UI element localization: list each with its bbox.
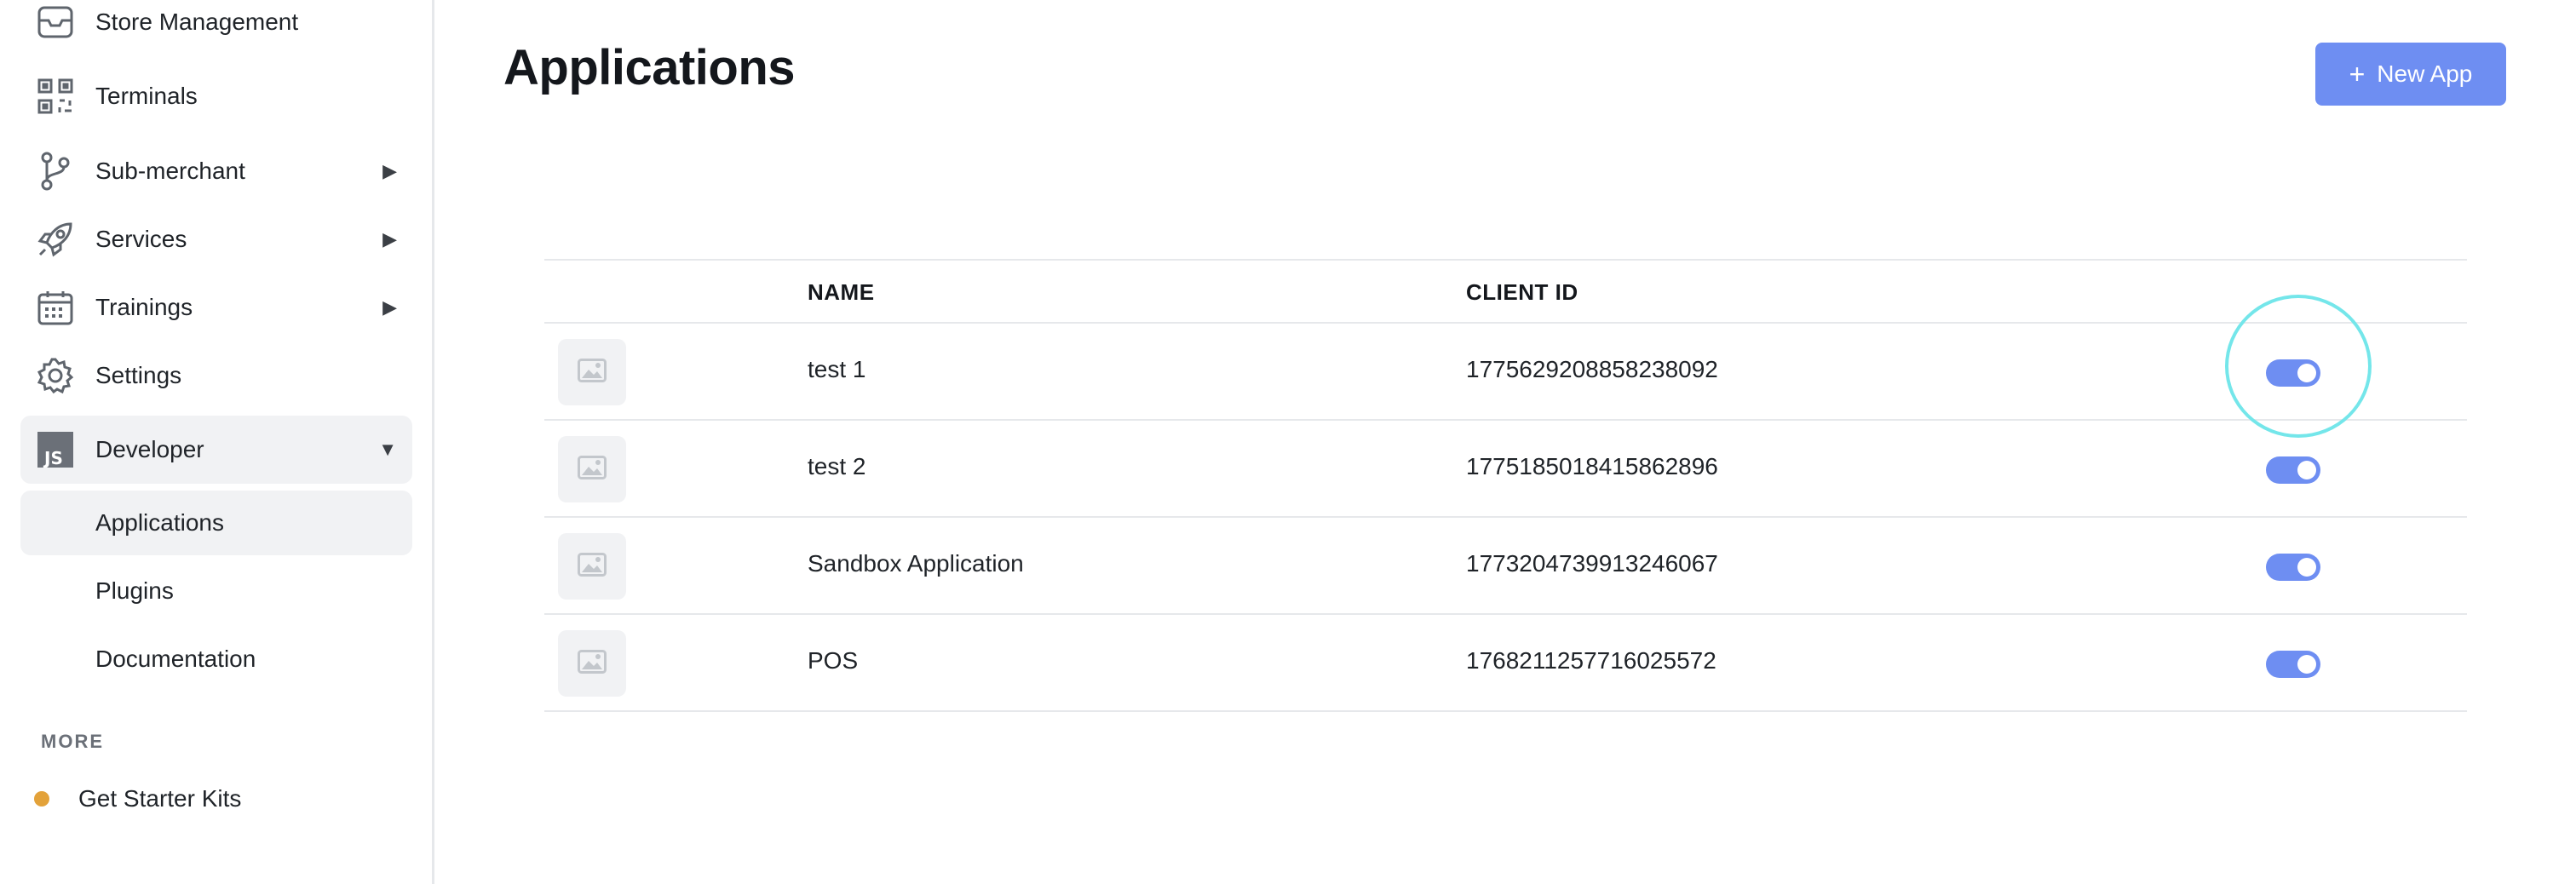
rocket-icon — [36, 220, 75, 259]
sidebar-item-settings[interactable]: Settings — [20, 342, 412, 410]
app-thumbnail — [558, 533, 626, 600]
app-thumbnail — [558, 630, 626, 697]
client-id: 1773204739913246067 — [1466, 550, 1718, 577]
sidebar: Store Management Terminals Sub-merchant … — [0, 0, 434, 884]
table-row[interactable]: POS 1768211257716025572 — [544, 615, 2467, 712]
sidebar-subitem-label: Plugins — [95, 577, 174, 604]
table-row[interactable]: test 1 1775629208858238092 — [544, 324, 2467, 421]
plus-icon: + — [2349, 58, 2366, 89]
table-header: NAME CLIENT ID — [544, 259, 2467, 324]
image-placeholder-icon — [578, 358, 607, 387]
sidebar-subitem-applications[interactable]: Applications — [20, 491, 412, 555]
app-enabled-toggle[interactable] — [2266, 359, 2320, 387]
client-id: 1775629208858238092 — [1466, 356, 1718, 382]
js-icon: JS — [36, 430, 75, 469]
sidebar-item-developer[interactable]: JS Developer ▼ — [20, 416, 412, 484]
sidebar-subitem-plugins[interactable]: Plugins — [20, 559, 412, 623]
client-id: 1768211257716025572 — [1466, 647, 1716, 674]
app-name: test 1 — [808, 356, 866, 382]
sidebar-item-services[interactable]: Services ▶ — [20, 205, 412, 273]
table-row[interactable]: Sandbox Application 1773204739913246067 — [544, 518, 2467, 615]
image-placeholder-icon — [578, 649, 607, 678]
app-enabled-toggle[interactable] — [2266, 456, 2320, 484]
sidebar-subitem-label: Documentation — [95, 646, 256, 672]
toggle-knob — [2297, 461, 2316, 479]
store-icon — [36, 3, 75, 42]
app-enabled-toggle[interactable] — [2266, 554, 2320, 581]
toggle-knob — [2297, 558, 2316, 577]
sidebar-item-label: Store Management — [95, 9, 299, 35]
sidebar-item-label: Developer — [95, 436, 204, 462]
calendar-icon — [36, 288, 75, 327]
column-header-name: NAME — [808, 279, 875, 305]
applications-table: NAME CLIENT ID test 1 177562920885823809… — [544, 259, 2467, 712]
expand-arrow-icon: ▶ — [382, 160, 397, 181]
sidebar-subitem-label: Applications — [95, 509, 224, 536]
more-section-label: MORE — [41, 731, 104, 752]
app-thumbnail — [558, 436, 626, 502]
app-name: test 2 — [808, 453, 866, 479]
status-dot-icon — [34, 791, 49, 807]
image-placeholder-icon — [578, 455, 607, 484]
new-app-button[interactable]: + New App — [2315, 43, 2506, 106]
collapse-arrow-icon: ▼ — [378, 439, 397, 460]
qr-code-icon — [36, 77, 75, 116]
toggle-knob — [2297, 655, 2316, 674]
app-name: POS — [808, 647, 859, 674]
client-id: 1775185018415862896 — [1466, 453, 1718, 479]
sidebar-item-store-management[interactable]: Store Management — [20, 0, 412, 56]
sidebar-item-label: Trainings — [95, 294, 193, 320]
sidebar-item-label: Settings — [95, 362, 182, 388]
toggle-knob — [2297, 364, 2316, 382]
branch-icon — [36, 152, 75, 191]
page-title: Applications — [503, 40, 796, 95]
sidebar-item-label: Sub-merchant — [95, 158, 245, 184]
app-name: Sandbox Application — [808, 550, 1024, 577]
svg-text:JS: JS — [43, 448, 63, 468]
app-thumbnail — [558, 339, 626, 405]
column-header-client-id: CLIENT ID — [1466, 279, 1578, 305]
new-app-label: New App — [2377, 60, 2473, 87]
starter-kits-label: Get Starter Kits — [78, 785, 242, 812]
gear-icon — [36, 356, 75, 395]
expand-arrow-icon: ▶ — [382, 228, 397, 250]
sidebar-item-label: Services — [95, 226, 187, 252]
sidebar-item-label: Terminals — [95, 83, 198, 109]
sidebar-subitem-documentation[interactable]: Documentation — [20, 627, 412, 692]
expand-arrow-icon: ▶ — [382, 296, 397, 318]
sidebar-item-trainings[interactable]: Trainings ▶ — [20, 273, 412, 342]
image-placeholder-icon — [578, 552, 607, 581]
table-row[interactable]: test 2 1775185018415862896 — [544, 421, 2467, 518]
app-enabled-toggle[interactable] — [2266, 651, 2320, 678]
sidebar-item-terminals[interactable]: Terminals — [20, 62, 412, 130]
sidebar-item-sub-merchant[interactable]: Sub-merchant ▶ — [20, 137, 412, 205]
get-starter-kits-link[interactable]: Get Starter Kits — [34, 780, 241, 818]
